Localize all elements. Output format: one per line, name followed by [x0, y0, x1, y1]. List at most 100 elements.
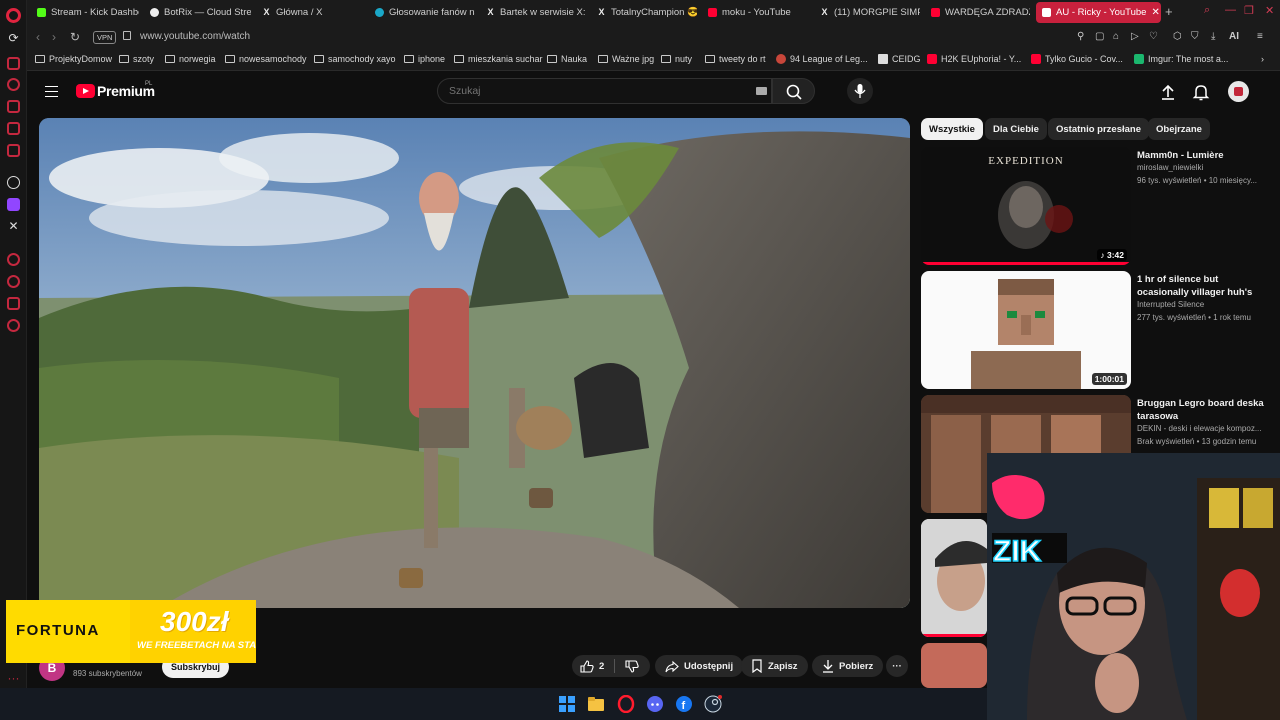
recommendation-title[interactable]: Bruggan Legro board deska tarasowa [1137, 397, 1265, 423]
back-button[interactable]: ‹ [36, 30, 40, 44]
bookmark-folder[interactable]: samochody xayo [314, 54, 396, 64]
upload-icon[interactable] [1159, 83, 1177, 101]
facebook-icon[interactable]: f [675, 695, 693, 713]
bookmark-folder[interactable]: tweety do rt [705, 54, 766, 64]
hamburger-menu-icon[interactable] [45, 86, 58, 97]
reload-icon[interactable]: ⟳ [7, 32, 20, 45]
pin-icon[interactable]: ⚲ [1077, 31, 1084, 42]
recommendation-item[interactable]: 1:00:01 1 hr of silence but ocasionally … [921, 271, 1271, 389]
bookmark-folder[interactable]: nuty [661, 54, 692, 64]
more-sidebar-icon[interactable]: ··· [7, 672, 20, 685]
video-thumbnail[interactable] [921, 519, 987, 637]
heart-icon[interactable]: ♡ [1149, 31, 1158, 42]
download-button[interactable]: Pobierz [812, 655, 884, 677]
bookmark-link[interactable]: CEIDG [878, 54, 921, 64]
search-button[interactable] [772, 78, 815, 104]
recommendation-item[interactable]: EXPEDITION ♪ 3:42 Mamm0n - Lumière miros… [921, 147, 1271, 265]
windows-start-icon[interactable] [558, 695, 576, 713]
tab[interactable]: X Bartek w serwisie X: [480, 2, 586, 23]
recommendation-item[interactable] [921, 643, 991, 688]
bookmarks-overflow-icon[interactable]: › [1261, 54, 1264, 64]
bookmark-folder[interactable]: norwegia [165, 54, 216, 64]
chip-for-you[interactable]: Dla Ciebie [985, 118, 1047, 140]
keyboard-icon[interactable] [756, 87, 767, 95]
video-player[interactable] [39, 118, 910, 608]
file-explorer-icon[interactable] [587, 695, 605, 713]
voice-search-button[interactable] [847, 78, 873, 104]
tab[interactable]: XTotalnyChampion 😎🔥 [591, 2, 697, 23]
lock-icon[interactable] [123, 31, 131, 40]
account-avatar[interactable] [1228, 81, 1249, 102]
reload-button[interactable]: ↻ [70, 30, 80, 44]
recommendation-channel[interactable]: DEKIN - deski i elewacje kompoz... [1137, 424, 1267, 433]
share-button[interactable]: Udostępnij [655, 655, 744, 677]
opera-taskbar-icon[interactable] [617, 695, 635, 713]
ai-button[interactable]: AI [1229, 31, 1239, 42]
tab[interactable]: X(11) MORGPIE SIMP w [814, 2, 920, 23]
tab[interactable]: Stream - Kick Dashbo [31, 2, 139, 23]
recommendation-title[interactable]: Mamm0n - Lumière [1137, 149, 1265, 162]
music-icon[interactable] [7, 144, 20, 157]
recommendation-channel[interactable]: miroslaw_niewielki [1137, 163, 1267, 172]
new-tab-button[interactable]: + [1165, 4, 1173, 19]
settings-icon[interactable] [7, 319, 20, 332]
aria-icon[interactable] [7, 57, 20, 70]
bookmark-folder[interactable]: mieszkania suchar [454, 54, 543, 64]
bookmarks-icon[interactable] [7, 100, 20, 113]
bookmark-folder[interactable]: iphone [404, 54, 445, 64]
chip-watched[interactable]: Obejrzane [1148, 118, 1210, 140]
menu-icon[interactable]: ≡ [1257, 31, 1263, 42]
tab[interactable]: BotRix — Cloud Strea [144, 2, 251, 23]
bookmark-folder[interactable]: Ważne jpg [598, 54, 654, 64]
youtube-logo-icon[interactable] [76, 84, 95, 98]
bookmark-link[interactable]: H2K EUphoria! - Y... [927, 54, 1021, 64]
bookmark-folder[interactable]: nowesamochody [225, 54, 307, 64]
maximize-button[interactable]: ❐ [1244, 4, 1254, 17]
tab[interactable]: moku - YouTube [702, 2, 809, 23]
search-input[interactable] [438, 79, 758, 103]
history-icon[interactable] [7, 78, 20, 91]
bookmark-link[interactable]: Tylko Gucio - Cov... [1031, 54, 1123, 64]
cube-icon[interactable]: ⬡ [1173, 31, 1182, 42]
forward-button[interactable]: › [52, 30, 56, 44]
clock-icon[interactable] [7, 275, 20, 288]
x-sidebar-icon[interactable]: ✕ [7, 220, 20, 233]
url-field[interactable]: www.youtube.com/watch [140, 31, 250, 42]
chip-recently-uploaded[interactable]: Ostatnio przesłane [1048, 118, 1149, 140]
tab[interactable]: X Główna / X [256, 2, 363, 23]
bookmark-link[interactable]: Imgur: The most a... [1134, 54, 1228, 64]
messenger-icon[interactable] [7, 122, 20, 135]
video-thumbnail[interactable]: 1:00:01 [921, 271, 1131, 389]
bookmark-folder[interactable]: ProjektyDomow [35, 54, 112, 64]
discord-icon[interactable] [646, 695, 664, 713]
twitch-icon[interactable] [7, 198, 20, 211]
close-window-button[interactable]: ✕ [1265, 4, 1274, 17]
player-icon[interactable] [7, 253, 20, 266]
dislike-button[interactable] [625, 659, 639, 673]
download-icon[interactable]: ⤓ [1211, 31, 1215, 42]
shield-icon[interactable]: ⛉ [1191, 31, 1199, 42]
search-tabs-icon[interactable]: ⌕ [1204, 4, 1210, 17]
bookmark-link[interactable]: 94 League of Leg... [776, 54, 868, 64]
fortuna-ad-overlay[interactable]: FORTUNA 300zł WE FREEBETACH NA START [6, 600, 256, 663]
pinboard-icon[interactable] [7, 297, 20, 310]
bookmark-folder[interactable]: szoty [119, 54, 154, 64]
notifications-bell-icon[interactable] [1192, 83, 1210, 101]
video-thumbnail[interactable]: EXPEDITION ♪ 3:42 [921, 147, 1131, 265]
chatgpt-icon[interactable] [7, 176, 20, 189]
recommendation-channel[interactable]: Interrupted Silence [1137, 300, 1267, 309]
like-button[interactable]: 2 [580, 659, 604, 673]
recommendation-item[interactable] [921, 519, 991, 637]
chip-all[interactable]: Wszystkie [921, 118, 983, 140]
tab[interactable]: Głosowanie fanów na [369, 2, 475, 23]
opera-logo-icon[interactable] [6, 8, 21, 23]
close-tab-icon[interactable]: ✕ [1151, 7, 1159, 18]
steam-icon[interactable] [704, 695, 722, 713]
video-thumbnail[interactable] [921, 643, 987, 688]
save-button[interactable]: Zapisz [741, 655, 808, 677]
tab-active[interactable]: AU - Ricky - YouTube ✕ [1036, 2, 1161, 23]
snapshot-icon[interactable]: ▢ [1095, 31, 1104, 42]
vpn-badge[interactable]: VPN [93, 31, 117, 44]
bookmark-folder[interactable]: Nauka [547, 54, 587, 64]
minimize-button[interactable]: — [1225, 4, 1236, 16]
